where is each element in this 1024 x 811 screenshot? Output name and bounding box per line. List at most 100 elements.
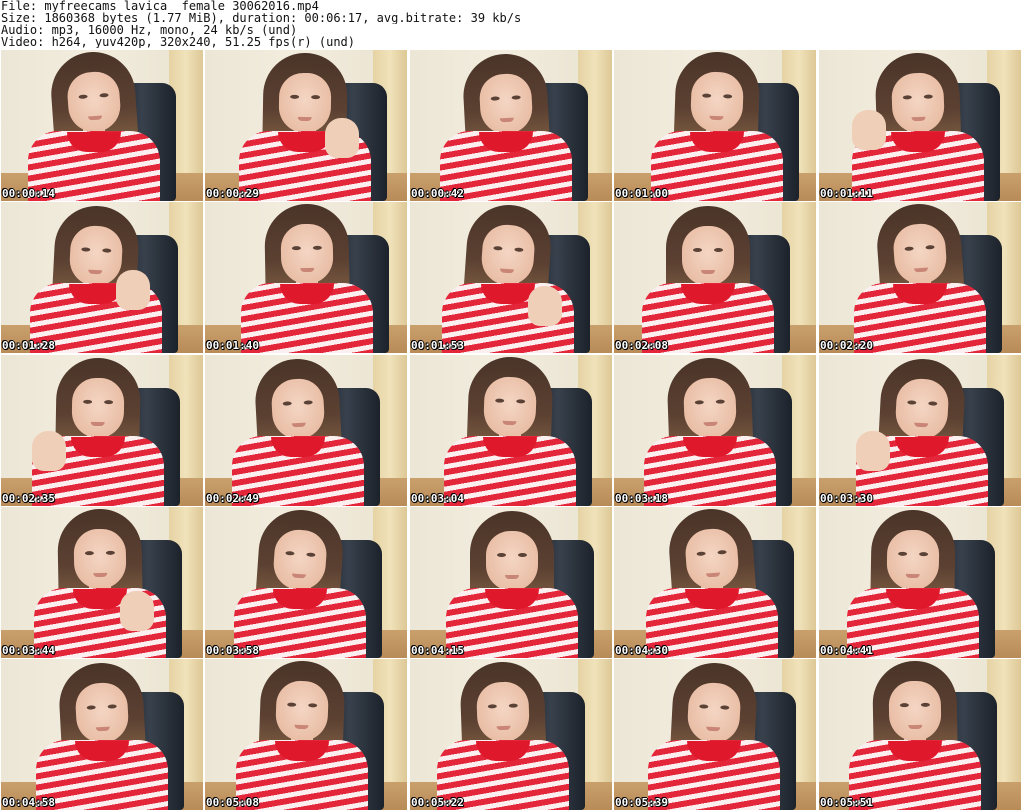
timestamp-label: 00:04:15 <box>411 644 464 657</box>
video-thumbnail: 00:02:35 <box>1 355 203 506</box>
face <box>73 528 127 590</box>
left-eye <box>898 551 908 556</box>
hand <box>325 118 359 158</box>
video-thumbnail: 00:04:30 <box>614 507 816 658</box>
left-eye <box>285 550 295 556</box>
face <box>274 680 330 742</box>
video-thumbnail: 00:01:53 <box>410 202 612 353</box>
mouth <box>291 573 307 579</box>
timestamp-label: 00:00:14 <box>2 187 55 200</box>
left-eye <box>83 399 93 404</box>
left-eye <box>899 703 909 708</box>
timestamp-label: 00:03:58 <box>206 644 259 657</box>
mouth <box>90 421 105 427</box>
right-eye <box>714 248 723 252</box>
video-thumbnail: 00:04:41 <box>819 507 1021 658</box>
timestamp-label: 00:01:00 <box>615 187 668 200</box>
mouth <box>701 270 715 274</box>
hand <box>120 591 154 631</box>
mouth <box>911 116 926 122</box>
hand <box>528 286 562 326</box>
right-eye <box>919 552 929 557</box>
mouth <box>913 267 929 273</box>
hand <box>32 431 66 471</box>
mouth <box>294 724 309 730</box>
timestamp-label: 00:02:49 <box>206 492 259 505</box>
thumbnail-grid: 00:00:14 00:00:29 00:00:42 00:01:00 00:01:11… <box>1 50 1023 810</box>
timestamp-label: 00:04:41 <box>820 644 873 657</box>
right-eye <box>715 399 725 404</box>
face <box>888 680 942 742</box>
video-thumbnail: 00:04:58 <box>1 659 203 810</box>
timestamp-label: 00:03:44 <box>2 644 55 657</box>
right-eye <box>306 552 316 558</box>
timestamp-label: 00:03:18 <box>615 492 668 505</box>
video-thumbnail: 00:03:18 <box>614 355 816 506</box>
video-thumbnail: 00:00:42 <box>410 50 612 201</box>
left-eye <box>287 702 297 707</box>
video-thumbnail: 00:00:29 <box>205 50 407 201</box>
mouth <box>706 726 721 732</box>
left-eye <box>699 704 709 709</box>
video-thumbnail: 00:05:08 <box>205 659 407 810</box>
right-eye <box>104 400 114 405</box>
right-eye <box>717 549 727 555</box>
mouth <box>499 117 514 123</box>
mouth <box>908 724 923 730</box>
face <box>886 529 940 591</box>
right-eye <box>105 550 115 555</box>
left-eye <box>490 96 500 101</box>
left-eye <box>702 93 712 98</box>
video-thumbnail: 00:04:15 <box>410 507 612 658</box>
face <box>482 376 538 438</box>
face <box>475 681 531 743</box>
video-thumbnail: 00:05:39 <box>614 659 816 810</box>
right-eye <box>516 399 526 404</box>
right-eye <box>514 247 524 253</box>
left-eye <box>902 95 912 100</box>
right-eye <box>311 95 321 100</box>
mouth <box>300 267 315 273</box>
mouth <box>87 115 103 121</box>
face <box>278 72 332 134</box>
left-eye <box>84 551 94 556</box>
video-thumbnail: 00:03:58 <box>205 507 407 658</box>
timestamp-label: 00:05:39 <box>615 796 668 809</box>
right-eye <box>518 553 527 557</box>
right-eye <box>99 92 109 98</box>
face <box>71 377 125 439</box>
video-thumbnail: 00:05:51 <box>819 659 1021 810</box>
right-eye <box>925 244 935 250</box>
timestamp-label: 00:01:40 <box>206 339 259 352</box>
left-eye <box>495 398 505 403</box>
right-eye <box>720 705 730 710</box>
timestamp-label: 00:03:04 <box>411 492 464 505</box>
video-info-line: Video: h264, yuv420p, 320x240, 51.25 fps… <box>1 36 356 48</box>
file-size-line: Size: 1860368 bytes (1.77 MiB), duration… <box>1 12 522 24</box>
left-eye <box>493 245 503 251</box>
face <box>890 72 946 134</box>
face <box>682 377 738 439</box>
timestamp-label: 00:03:30 <box>820 492 873 505</box>
mouth <box>505 575 519 579</box>
right-eye <box>308 703 318 708</box>
video-thumbnail: 00:01:40 <box>205 202 407 353</box>
face <box>689 71 745 133</box>
right-eye <box>920 702 930 707</box>
mouth <box>502 420 517 426</box>
left-eye <box>86 705 96 710</box>
video-thumbnail: 00:02:49 <box>205 355 407 506</box>
mouth <box>297 116 312 122</box>
mouth <box>95 726 110 732</box>
video-thumbnail: 00:03:30 <box>819 355 1021 506</box>
left-eye <box>497 553 506 557</box>
mouth <box>291 422 306 428</box>
face <box>280 223 334 285</box>
timestamp-label: 00:00:29 <box>206 187 259 200</box>
face <box>486 531 538 591</box>
right-eye <box>107 704 117 709</box>
timestamp-label: 00:04:58 <box>2 796 55 809</box>
right-eye <box>508 703 518 708</box>
right-eye <box>102 248 112 253</box>
timestamp-label: 00:05:51 <box>820 796 873 809</box>
